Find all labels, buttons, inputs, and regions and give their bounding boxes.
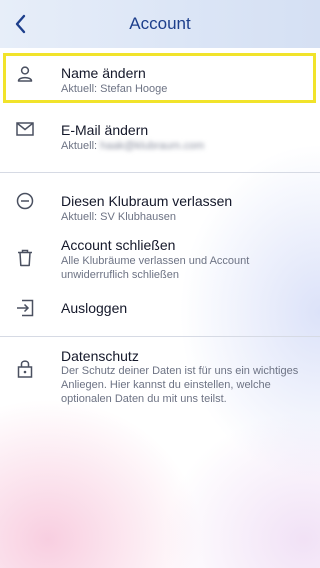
trash-icon: [14, 247, 36, 269]
change-name-item[interactable]: Name ändern Aktuell: Stefan Hooge: [0, 55, 320, 103]
change-name-label: Name ändern: [61, 65, 146, 81]
current-klubraum-text: Aktuell: SV Klubhausen: [61, 211, 176, 223]
leave-klubraum-item[interactable]: Diesen Klubraum verlassen Aktuell: SV Kl…: [0, 183, 320, 231]
privacy-label: Datenschutz: [61, 348, 139, 364]
logout-item[interactable]: Ausloggen: [0, 292, 320, 326]
lock-icon: [14, 357, 36, 379]
close-account-item[interactable]: Account schließen Alle Klubräume verlass…: [0, 229, 320, 289]
current-email-value: haak@klubraum.com: [100, 140, 205, 152]
app-header: Account: [0, 0, 320, 48]
privacy-description: Der Schutz deiner Daten ist für uns ein …: [61, 365, 299, 405]
section-divider: [0, 172, 320, 173]
logout-icon: [14, 297, 36, 319]
current-name-text: Aktuell: Stefan Hooge: [61, 83, 168, 95]
page-title: Account: [129, 14, 191, 33]
current-email-text: Aktuell: haak@klubraum.com: [61, 139, 311, 153]
close-account-description: Alle Klubräume verlassen und Account unw…: [61, 255, 250, 281]
logout-label: Ausloggen: [61, 300, 128, 316]
mail-icon: [14, 118, 36, 140]
section-divider: [0, 336, 320, 337]
current-email-prefix: Aktuell:: [61, 140, 98, 152]
change-email-item[interactable]: E-Mail ändern Aktuell: haak@klubraum.com: [0, 112, 320, 160]
close-account-label: Account schließen: [61, 237, 176, 253]
privacy-item[interactable]: Datenschutz Der Schutz deiner Daten ist …: [0, 345, 320, 425]
change-email-label: E-Mail ändern: [61, 122, 149, 138]
minus-circle-icon: [14, 190, 36, 212]
person-icon: [14, 63, 36, 85]
leave-klubraum-label: Diesen Klubraum verlassen: [61, 193, 233, 209]
